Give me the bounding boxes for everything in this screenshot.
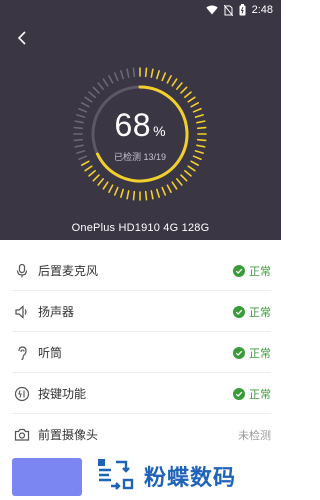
check-row-speaker[interactable]: 扬声器 正常: [0, 291, 281, 332]
check-row-front-camera[interactable]: 前置摄像头 未检测: [0, 414, 281, 455]
watermark-text: 粉蝶数码: [144, 465, 237, 490]
check-circle-icon: [233, 264, 245, 277]
check-row-rear-microphone[interactable]: 后置麦克风 正常: [0, 250, 281, 291]
check-circle-icon: [233, 346, 245, 359]
watermark-logo-icon: [94, 456, 138, 497]
status-bar: 2:48: [0, 0, 281, 20]
status-ok: 正常: [233, 386, 271, 402]
progress-count: 已检测 13/19: [113, 152, 167, 162]
status-text: 正常: [249, 388, 271, 401]
status-time: 2:48: [251, 4, 273, 16]
power-button-icon: [12, 384, 32, 404]
battery-icon: [239, 4, 246, 16]
camera-icon: [12, 425, 32, 445]
check-label: 按键功能: [38, 387, 87, 401]
primary-action-button[interactable]: [12, 458, 82, 496]
earpiece-icon: [12, 343, 32, 363]
status-text: 正常: [249, 265, 271, 278]
wifi-icon: [205, 5, 218, 15]
check-label: 扬声器: [38, 305, 75, 319]
percent-value: 68: [114, 107, 152, 143]
check-circle-icon: [233, 387, 245, 400]
chevron-left-icon: [17, 30, 27, 50]
status-text: 正常: [249, 347, 271, 360]
watermark: 粉蝶数码: [94, 456, 236, 496]
device-name: OnePlus HD1910 4G 128G: [71, 222, 210, 234]
status-ok: 正常: [233, 304, 271, 320]
back-button[interactable]: [10, 28, 34, 52]
check-row-earpiece[interactable]: 听筒 正常: [0, 332, 281, 373]
no-sim-icon: [223, 4, 233, 16]
status-pending: 未检测: [238, 427, 271, 443]
check-label: 后置麦克风: [38, 264, 99, 278]
check-label: 听筒: [38, 346, 63, 360]
status-ok: 正常: [233, 263, 271, 279]
check-row-buttons[interactable]: 按键功能 正常: [0, 373, 281, 414]
check-circle-icon: [233, 305, 245, 318]
status-text: 正常: [249, 306, 271, 319]
percent-unit: %: [153, 123, 166, 139]
hero-panel: 2:48 68 % 已检测 13/19 OnePlus HD1910 4G 12…: [0, 0, 281, 240]
microphone-icon: [12, 261, 32, 281]
status-ok: 正常: [233, 345, 271, 361]
status-text: 未检测: [238, 429, 271, 442]
check-label: 前置摄像头: [38, 428, 99, 442]
speaker-icon: [12, 302, 32, 322]
gauge-readout: 68 % 已检测 13/19: [70, 64, 210, 204]
